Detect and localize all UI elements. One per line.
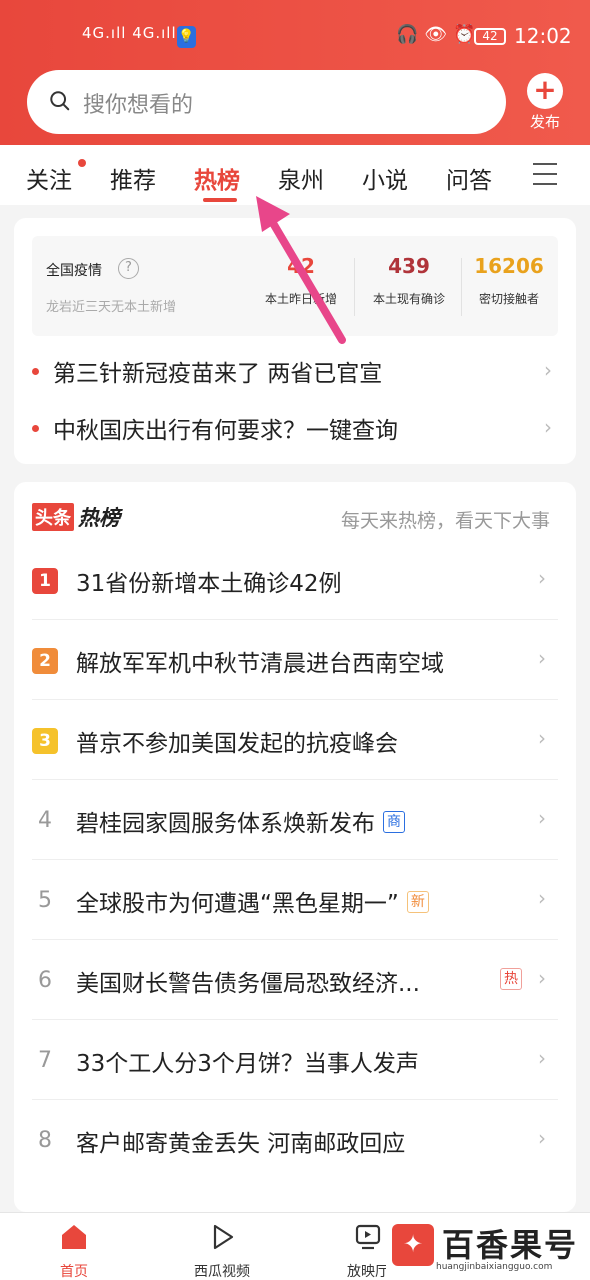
play-icon [213, 1224, 234, 1250]
stat-close-contacts: 16206 密切接触者 [456, 254, 562, 307]
signal-icon: 4G.ıll 4G.ıll [82, 24, 177, 42]
watermark-name: 百香果号 [442, 1226, 579, 1264]
chevron-right-icon: › [544, 358, 552, 382]
new-badge: 新 [406, 890, 429, 913]
rank-badge: 1 [32, 568, 58, 594]
stat-label: 本土昨日新增 [264, 292, 337, 306]
publish-button[interactable]: + 发布 [525, 73, 565, 133]
watermark-url: huangjinbaixiangguo.com [436, 1262, 553, 1272]
rank-badge: 3 [32, 728, 58, 754]
hot-item-title: 普京不参加美国发起的抗疫峰会 [76, 731, 398, 757]
chevron-right-icon: › [538, 1126, 546, 1150]
hot-item[interactable]: 7 33个工人分3个月饼？当事人发声 › [32, 1020, 558, 1100]
search-icon [50, 91, 70, 111]
stat-new-local: 42 本土昨日新增 [248, 254, 354, 307]
stat-label: 密切接触者 [478, 292, 539, 306]
chevron-right-icon: › [538, 806, 546, 830]
epidemic-title: 全国疫情 [46, 263, 102, 279]
home-icon [62, 1225, 86, 1249]
rank-number: 7 [38, 1048, 52, 1073]
stat-value: 16206 [474, 254, 544, 278]
hot-item-title: 33个工人分3个月饼？当事人发声 [76, 1051, 419, 1077]
bullet-dot [32, 425, 39, 432]
hot-item[interactable]: 4 碧桂园家圆服务体系焕新发布商 › [32, 780, 558, 860]
channel-tabs: 关注 推荐 热榜 泉州 小说 问答 [0, 145, 590, 205]
hot-item-title: 客户邮寄黄金丢失 河南邮政回应 [76, 1131, 406, 1157]
stat-current-confirmed: 439 本土现有确诊 [356, 254, 462, 307]
screen-icon [355, 1224, 381, 1250]
battery-icon: 42 [474, 28, 506, 45]
rank-badge: 2 [32, 648, 58, 674]
tab-qa[interactable]: 问答 [446, 161, 492, 195]
epidemic-panel[interactable]: 全国疫情 ? 龙岩近三天无本土新增 42 本土昨日新增 439 本土现有确诊 1… [32, 236, 558, 336]
divider [354, 258, 355, 316]
chevron-right-icon: › [538, 966, 546, 990]
watermark-logo: ✦ [392, 1224, 434, 1266]
hot-list-logo: 头条 热榜 [32, 502, 120, 531]
hot-badge: 热 [500, 968, 522, 990]
rank-number: 5 [38, 888, 52, 913]
chevron-right-icon: › [544, 415, 552, 439]
notification-icon: 💡 [177, 26, 196, 48]
chevron-right-icon: › [538, 566, 546, 590]
stat-label: 本土现有确诊 [372, 292, 445, 306]
rank-number: 6 [38, 968, 52, 993]
hot-item-title: 美国财长警告债务僵局恐致经济... [76, 971, 420, 997]
tab-follow[interactable]: 关注 [26, 161, 72, 195]
epidemic-card: 全国疫情 ? 龙岩近三天无本土新增 42 本土昨日新增 439 本土现有确诊 1… [14, 218, 576, 464]
tab-recommend[interactable]: 推荐 [110, 161, 156, 195]
watermark: ✦ 百香果号 huangjinbaixiangguo.com [386, 1220, 584, 1276]
plus-icon: + [527, 73, 563, 109]
top-news-item[interactable]: 第三针新冠疫苗来了 两省已官宣 [32, 354, 382, 388]
ad-badge: 商 [383, 810, 405, 833]
epidemic-subtitle: 龙岩近三天无本土新增 [46, 300, 177, 315]
status-bar: 4G.ıll 4G.ıll 💡 🎧👁⏰ 42 12:02 [0, 0, 590, 72]
app-header: 4G.ıll 4G.ıll 💡 🎧👁⏰ 42 12:02 搜你想看的 + 发布 [0, 0, 590, 145]
stat-value: 439 [388, 254, 430, 278]
bullet-dot [32, 368, 39, 375]
chevron-right-icon: › [538, 1046, 546, 1070]
tab-novel[interactable]: 小说 [362, 161, 408, 195]
search-input[interactable]: 搜你想看的 [27, 70, 506, 134]
stat-value: 42 [287, 254, 315, 278]
rank-number: 8 [38, 1128, 52, 1153]
menu-icon[interactable] [533, 163, 557, 187]
hot-item[interactable]: 2 解放军军机中秋节清晨进台西南空域 › [32, 620, 558, 700]
chevron-right-icon: › [538, 726, 546, 750]
hot-item-title: 全球股市为何遭遇“黑色星期一” 新 [76, 884, 429, 918]
nav-xigua-video[interactable]: 西瓜视频 [182, 1221, 262, 1280]
tab-quanzhou[interactable]: 泉州 [278, 161, 324, 195]
hot-item[interactable]: 6 美国财长警告债务僵局恐致经济... 热 › [32, 940, 558, 1020]
hot-item-title: 31省份新增本土确诊42例 [76, 571, 342, 597]
tab-hot[interactable]: 热榜 [194, 161, 240, 195]
chevron-right-icon: › [538, 646, 546, 670]
hot-item[interactable]: 8 客户邮寄黄金丢失 河南邮政回应 › [32, 1100, 558, 1180]
top-news-item[interactable]: 中秋国庆出行有何要求？一键查询 [32, 411, 398, 445]
publish-label: 发布 [529, 113, 560, 131]
hot-list-card: 头条 热榜 每天来热榜，看天下大事 1 31省份新增本土确诊42例 › 2 解放军… [14, 482, 576, 1212]
hot-item[interactable]: 3 普京不参加美国发起的抗疫峰会 › [32, 700, 558, 780]
hot-item-title: 碧桂园家圆服务体系焕新发布商 [76, 804, 405, 838]
hot-item[interactable]: 1 31省份新增本土确诊42例 › [32, 540, 558, 620]
search-placeholder: 搜你想看的 [83, 93, 194, 118]
chevron-right-icon: › [538, 886, 546, 910]
active-tab-indicator [203, 198, 237, 202]
hot-list-slogan: 每天来热榜，看天下大事 [340, 510, 550, 532]
clock: 12:02 [514, 24, 572, 48]
rank-number: 4 [38, 808, 52, 833]
unread-dot [78, 159, 86, 167]
status-icons: 🎧👁⏰ [396, 24, 482, 45]
help-icon[interactable]: ? [118, 258, 139, 279]
hot-item-title: 解放军军机中秋节清晨进台西南空域 [76, 651, 444, 677]
nav-home[interactable]: 首页 [34, 1221, 114, 1280]
hot-item[interactable]: 5 全球股市为何遭遇“黑色星期一” 新 › [32, 860, 558, 940]
